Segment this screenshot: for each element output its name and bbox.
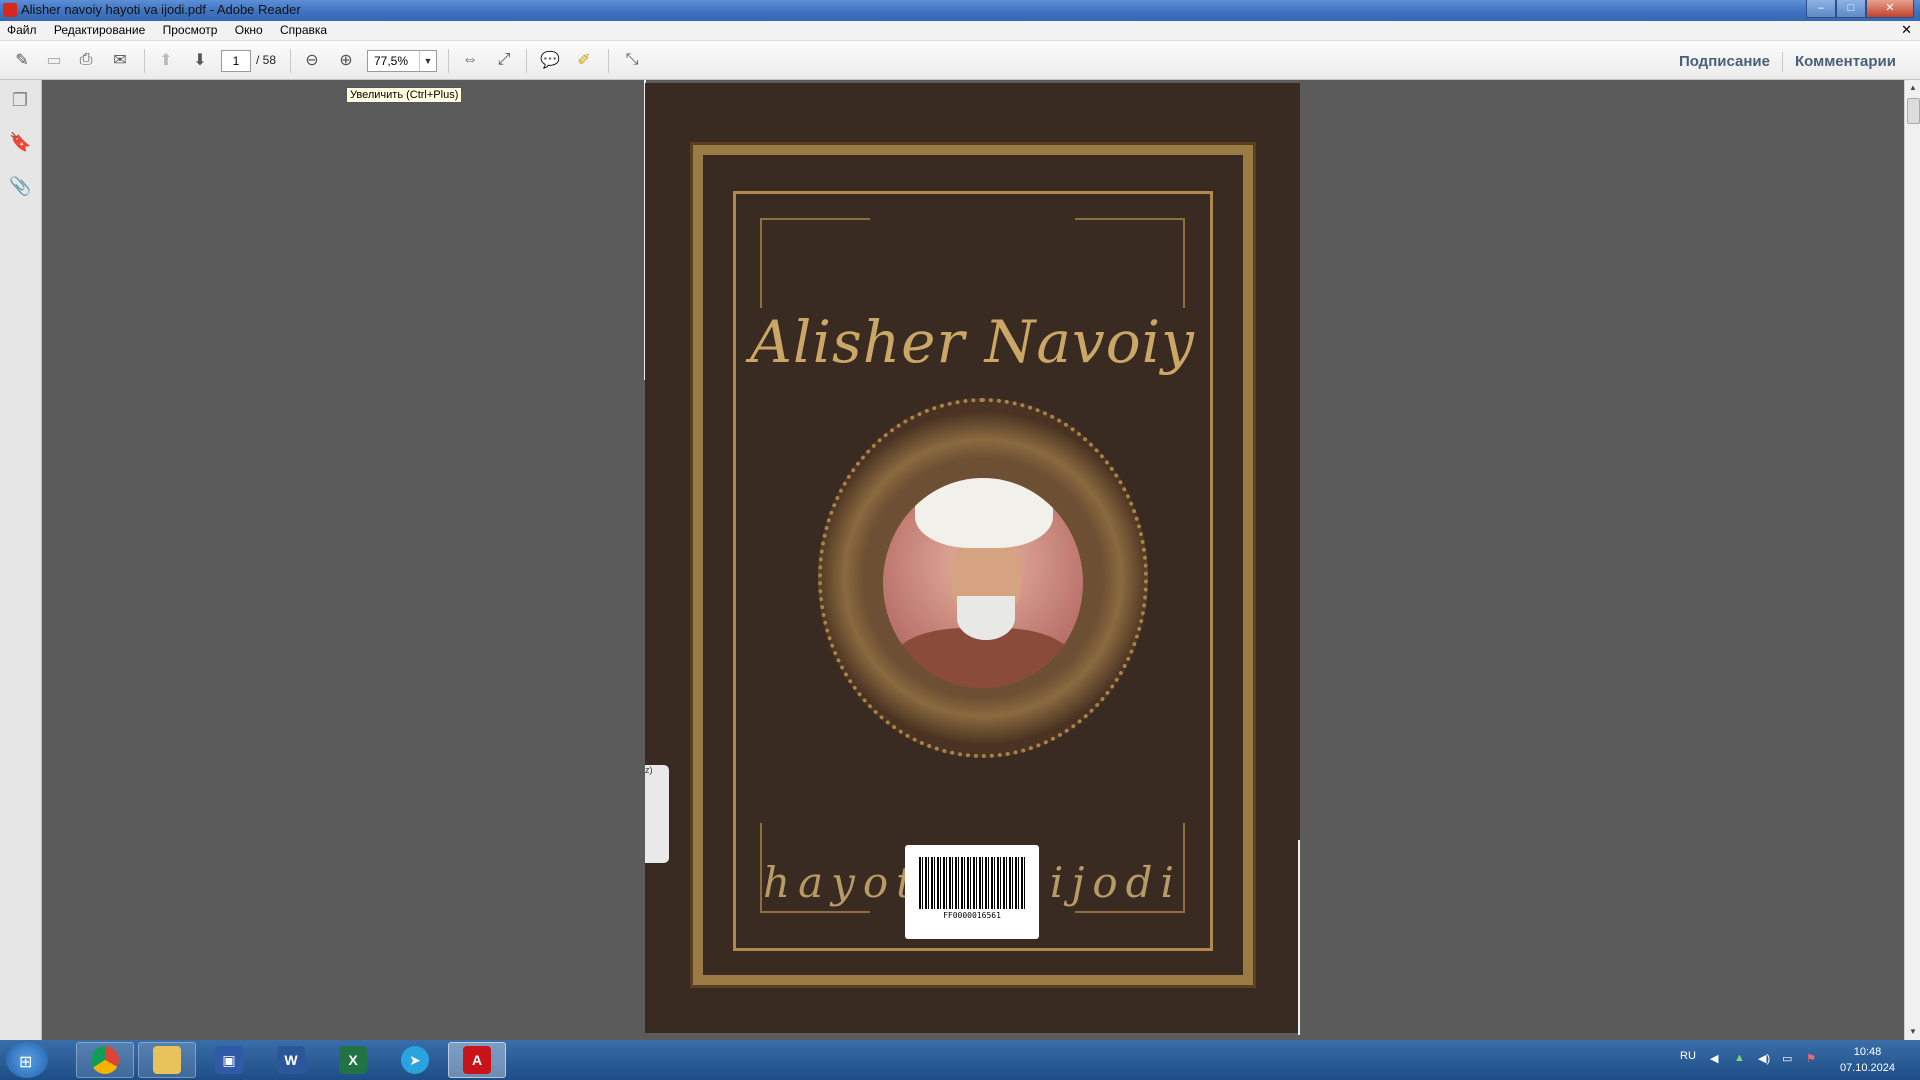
bookmarks-icon[interactable]: 🔖 xyxy=(9,132,31,154)
menu-bar: Файл Редактирование Просмотр Окно Справк… xyxy=(0,21,1920,41)
navigation-pane: ❐ 🔖 📎 xyxy=(0,80,42,1040)
menu-window[interactable]: Окно xyxy=(228,21,270,37)
print-icon[interactable]: ⎙ xyxy=(74,49,98,71)
taskbar-app-explorer[interactable] xyxy=(138,1042,196,1078)
portrait-turban xyxy=(915,478,1053,548)
toolbar-divider xyxy=(526,49,527,73)
clock-time: 10:48 xyxy=(1853,1046,1882,1058)
library-sticker: z) xyxy=(645,765,669,863)
chrome-icon xyxy=(91,1046,119,1074)
menu-edit[interactable]: Редактирование xyxy=(47,21,152,37)
scroll-thumb[interactable] xyxy=(1907,98,1920,124)
previous-page-icon[interactable]: ⬆ xyxy=(154,49,178,71)
attachments-icon[interactable]: 📎 xyxy=(9,176,31,198)
page-total: / 58 xyxy=(256,53,277,67)
volume-icon[interactable]: ◀) xyxy=(1758,1052,1772,1066)
page-thumbnails-icon[interactable]: ❐ xyxy=(9,90,31,112)
close-button[interactable]: ✕ xyxy=(1866,0,1914,18)
clock[interactable]: 10:48 07.10.2024 xyxy=(1820,1044,1915,1076)
menu-file[interactable]: Файл xyxy=(0,21,44,37)
fit-page-icon[interactable]: ⤢ xyxy=(492,49,516,71)
taskbar: ⊞ ▣ W X ➤ A RU ◀ ▲ ◀) ▭ ⚑ 10:48 07.10.20… xyxy=(0,1040,1920,1080)
scroll-up-icon[interactable]: ▲ xyxy=(1905,80,1920,96)
start-button[interactable]: ⊞ xyxy=(6,1042,48,1078)
highlight-icon[interactable]: ✐ xyxy=(572,49,596,71)
next-page-icon[interactable]: ⬇ xyxy=(188,49,212,71)
clock-date: 07.10.2024 xyxy=(1839,1062,1896,1074)
toolbar-divider xyxy=(144,49,145,73)
toolbar-divider xyxy=(608,49,609,73)
comment-icon[interactable]: 💬 xyxy=(538,49,562,71)
telegram-icon: ➤ xyxy=(401,1046,429,1074)
barcode-bars xyxy=(919,857,1025,909)
language-indicator[interactable]: RU xyxy=(1680,1050,1696,1062)
window-title: Alisher navoiy hayoti va ijodi.pdf - Ado… xyxy=(21,2,301,17)
zoom-out-icon[interactable]: ⊖ xyxy=(300,49,324,71)
toolbar-divider xyxy=(448,49,449,73)
zoom-in-icon[interactable]: ⊕ xyxy=(334,49,358,71)
page-number-input[interactable]: 1 xyxy=(221,50,251,72)
fit-width-icon[interactable]: ⇔ xyxy=(458,49,482,71)
taskbar-app-save[interactable]: ▣ xyxy=(200,1042,258,1078)
barcode-label: FF0000016561 xyxy=(905,845,1039,939)
corner-ornament xyxy=(760,218,870,308)
adobe-reader-icon xyxy=(3,3,17,17)
title-bar: Alisher navoiy hayoti va ijodi.pdf - Ado… xyxy=(0,0,1920,21)
portrait-beard xyxy=(957,596,1015,640)
barcode-number: FF0000016561 xyxy=(943,911,1001,920)
comment-link[interactable]: Комментарии xyxy=(1783,53,1908,70)
pdf-page[interactable]: Alisher Navoiy hayoti va ijodi FF0000016… xyxy=(645,83,1300,1033)
email-icon[interactable]: ✉ xyxy=(108,49,132,71)
folder-icon xyxy=(153,1046,181,1074)
menu-help[interactable]: Справка xyxy=(273,21,334,37)
chevron-down-icon[interactable]: ▼ xyxy=(419,51,436,71)
excel-icon: X xyxy=(339,1046,367,1074)
full-screen-icon[interactable]: ⤡ xyxy=(620,49,644,71)
sticker-text: z) xyxy=(645,765,653,775)
maximize-button[interactable]: □ xyxy=(1836,0,1866,18)
taskbar-app-telegram[interactable]: ➤ xyxy=(386,1042,444,1078)
sign-link[interactable]: Подписание xyxy=(1667,53,1782,70)
zoom-select[interactable]: 77,5% ▼ xyxy=(367,50,437,72)
taskbar-app-adobe-reader[interactable]: A xyxy=(448,1042,506,1078)
windows-logo-icon: ⊞ xyxy=(19,1054,33,1071)
speaker-muted-icon[interactable]: ◀ xyxy=(1710,1052,1724,1066)
word-icon: W xyxy=(277,1046,305,1074)
corner-ornament xyxy=(1075,218,1185,308)
toolbar-divider xyxy=(290,49,291,73)
create-pdf-icon[interactable]: ✎ xyxy=(10,49,34,71)
adobe-reader-icon: A xyxy=(463,1046,491,1074)
cover-title: Alisher Navoiy xyxy=(750,308,1195,376)
save-icon[interactable]: ▭ xyxy=(42,49,66,71)
shield-icon[interactable]: ▲ xyxy=(1734,1052,1748,1066)
floppy-disk-icon: ▣ xyxy=(215,1046,243,1074)
taskbar-app-excel[interactable]: X xyxy=(324,1042,382,1078)
page-edge xyxy=(1298,840,1300,1035)
menu-view[interactable]: Просмотр xyxy=(156,21,225,37)
action-center-icon[interactable]: ⚑ xyxy=(1806,1052,1820,1066)
zoom-value: 77,5% xyxy=(374,54,409,68)
minimize-button[interactable]: – xyxy=(1806,0,1836,18)
zoom-in-tooltip: Увеличить (Ctrl+Plus) xyxy=(346,87,463,103)
vertical-scrollbar[interactable]: ▲ ▼ xyxy=(1904,80,1920,1040)
scroll-down-icon[interactable]: ▼ xyxy=(1905,1024,1920,1040)
portrait-image xyxy=(883,478,1083,688)
taskbar-app-word[interactable]: W xyxy=(262,1042,320,1078)
toolbar: ✎ ▭ ⎙ ✉ ⬆ ⬇ 1 / 58 ⊖ ⊕ 77,5% ▼ ⇔ ⤢ 💬 ✐ ⤡… xyxy=(0,41,1920,80)
taskbar-app-chrome[interactable] xyxy=(76,1042,134,1078)
close-document-button[interactable]: ✕ xyxy=(1901,22,1912,38)
network-icon[interactable]: ▭ xyxy=(1782,1052,1796,1066)
